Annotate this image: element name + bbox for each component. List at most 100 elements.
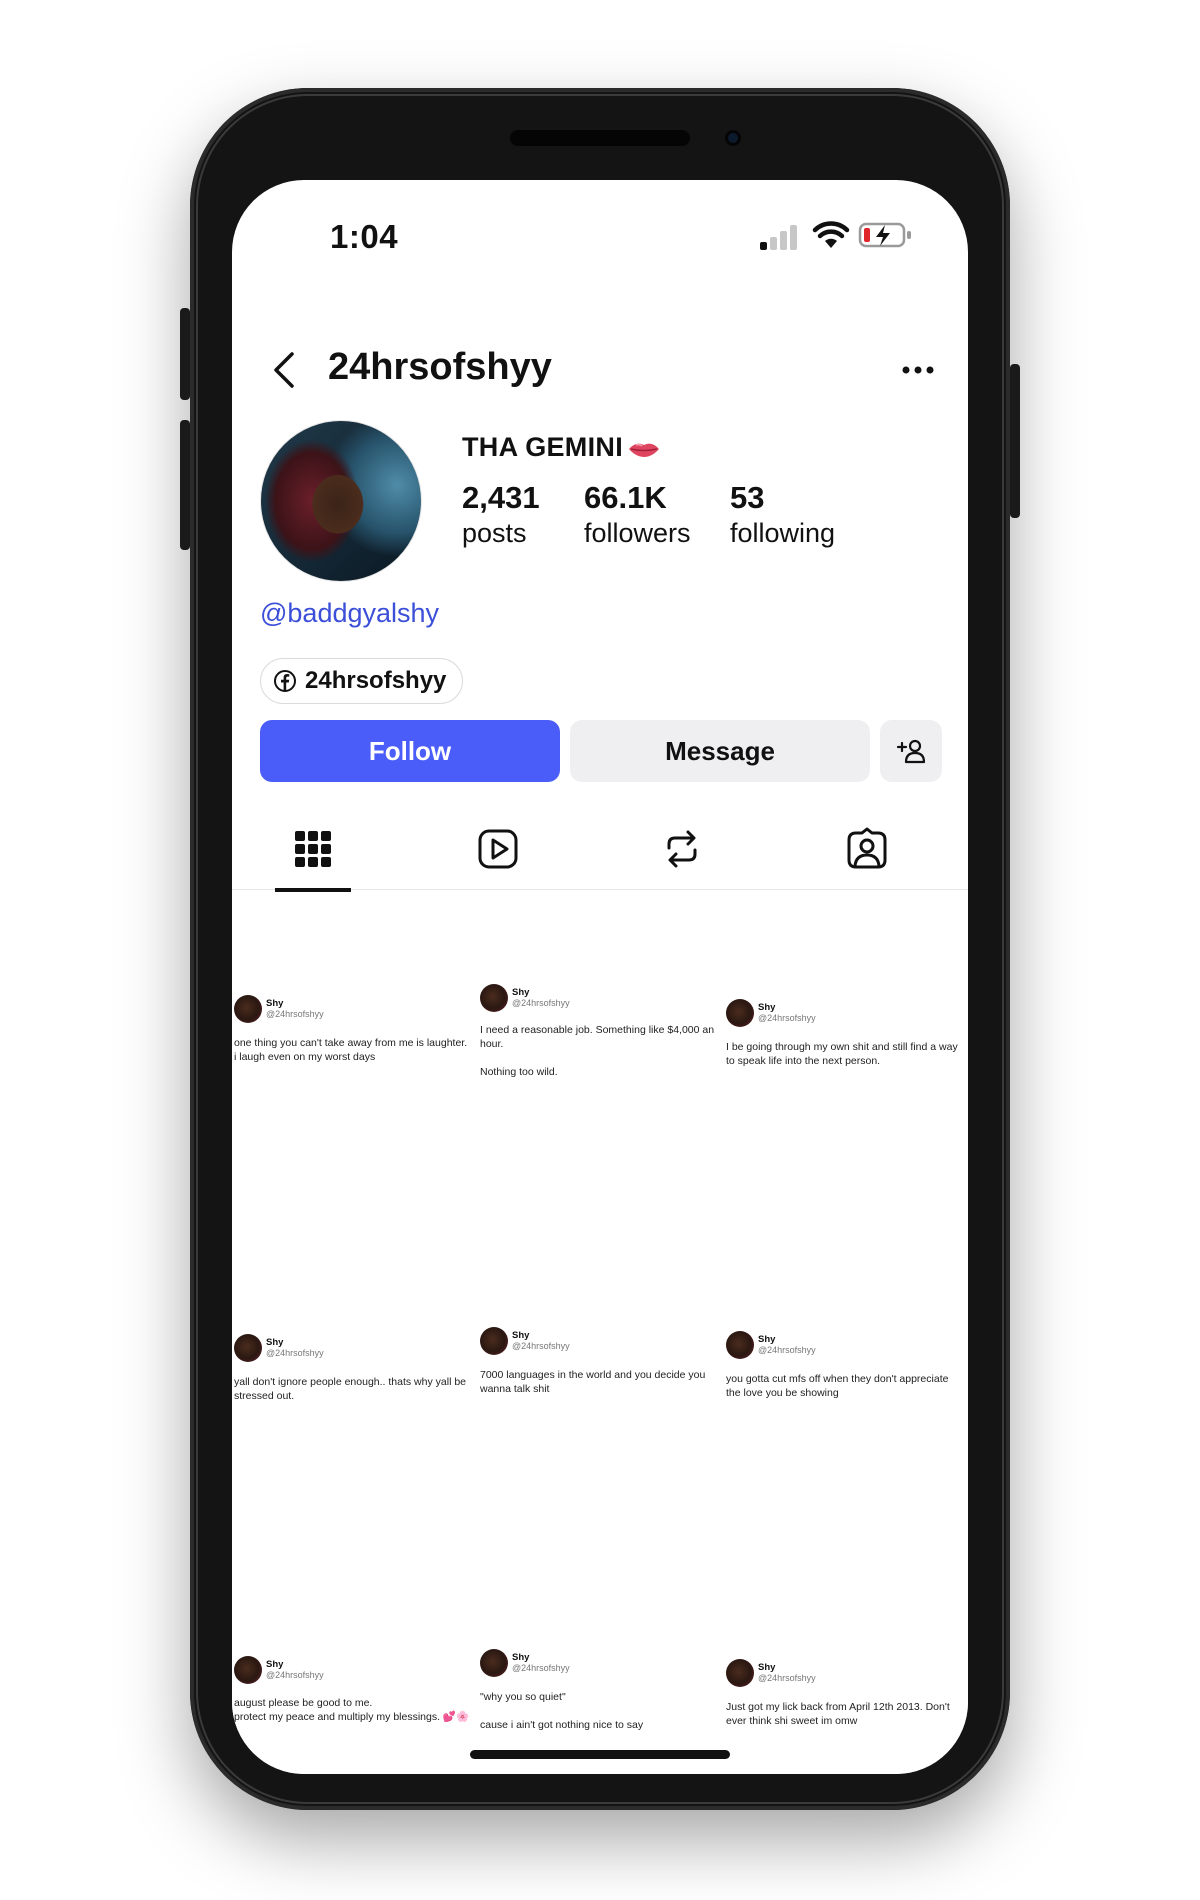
front-camera bbox=[725, 130, 741, 146]
followers-label: followers bbox=[584, 518, 691, 548]
grid-tab[interactable] bbox=[275, 808, 351, 892]
post-author-handle: @24hrsofshyy bbox=[512, 1663, 570, 1673]
post-tile[interactable]: Shy @24hrsofshyy you gotta cut mfs off wh… bbox=[724, 1188, 968, 1482]
post-tile[interactable]: Shy @24hrsofshyy one thing you can't take… bbox=[232, 892, 477, 1186]
phone-frame: 1:04 24hrsofshyy THA GEMINI 2,431 posts … bbox=[180, 88, 1020, 1810]
post-author: Shy @24hrsofshyy bbox=[234, 1334, 324, 1362]
post-author-name: Shy bbox=[758, 1334, 776, 1345]
post-text: one thing you can't take away from me is… bbox=[234, 1037, 468, 1063]
post-avatar bbox=[726, 1659, 754, 1687]
reels-tab[interactable] bbox=[460, 808, 536, 890]
following-label: following bbox=[730, 518, 836, 548]
facebook-icon bbox=[274, 670, 296, 692]
post-tile[interactable]: Shy @24hrsofshyy I be going through my ow… bbox=[724, 892, 968, 1186]
post-author: Shy @24hrsofshyy bbox=[480, 1649, 570, 1677]
post-avatar bbox=[234, 1656, 262, 1684]
volume-down-button bbox=[180, 420, 190, 550]
post-author-handle: @24hrsofshyy bbox=[266, 1348, 324, 1358]
suggested-people-button[interactable] bbox=[880, 720, 942, 782]
posts-grid: Shy @24hrsofshyy one thing you can't take… bbox=[232, 892, 968, 1774]
posts-label: posts bbox=[462, 518, 527, 548]
followers-stat[interactable]: 66.1K followers bbox=[584, 480, 691, 549]
post-text: yall don't ignore people enough.. thats … bbox=[234, 1376, 466, 1402]
post-author-handle: @24hrsofshyy bbox=[512, 998, 570, 1008]
earpiece-speaker bbox=[510, 130, 690, 146]
post-text: "why you so quiet" cause i ain't got not… bbox=[480, 1691, 644, 1731]
post-avatar bbox=[234, 995, 262, 1023]
post-author-handle: @24hrsofshyy bbox=[758, 1673, 816, 1683]
post-author-name: Shy bbox=[266, 1659, 284, 1670]
post-tile[interactable]: Shy @24hrsofshyy august please be good to… bbox=[232, 1484, 477, 1774]
post-author: Shy @24hrsofshyy bbox=[726, 999, 816, 1027]
wifi-icon bbox=[812, 221, 850, 248]
profile-actions: Follow Message bbox=[260, 720, 944, 784]
post-text: august please be good to me. protect my … bbox=[234, 1697, 470, 1723]
post-tile[interactable]: Shy @24hrsofshyy yall don't ignore people… bbox=[232, 1188, 477, 1482]
repost-icon bbox=[667, 830, 697, 868]
bio-mention-link[interactable]: @baddgyalshy bbox=[260, 598, 439, 629]
post-tile[interactable]: Shy @24hrsofshyy "why you so quiet" cause… bbox=[478, 1484, 723, 1774]
back-arrow-icon[interactable] bbox=[262, 346, 306, 394]
screen: 1:04 24hrsofshyy THA GEMINI 2,431 posts … bbox=[232, 180, 968, 1774]
post-author-name: Shy bbox=[266, 1337, 284, 1348]
post-author-handle: @24hrsofshyy bbox=[512, 1341, 570, 1351]
profile-avatar[interactable] bbox=[260, 420, 422, 582]
post-tile[interactable]: Shy @24hrsofshyy Just got my lick back fr… bbox=[724, 1484, 968, 1774]
power-button bbox=[1010, 364, 1020, 518]
posts-stat[interactable]: 2,431 posts bbox=[462, 480, 540, 549]
post-author-handle: @24hrsofshyy bbox=[758, 1345, 816, 1355]
header-username: 24hrsofshyy bbox=[328, 346, 552, 388]
post-author: Shy @24hrsofshyy bbox=[480, 984, 570, 1012]
post-author-handle: @24hrsofshyy bbox=[758, 1013, 816, 1023]
status-bar: 1:04 bbox=[232, 180, 968, 290]
reels-play-icon bbox=[478, 829, 518, 869]
post-text: I need a reasonable job. Something like … bbox=[480, 1024, 715, 1078]
post-avatar bbox=[726, 1331, 754, 1359]
status-time: 1:04 bbox=[330, 218, 399, 255]
grid-icon bbox=[295, 831, 331, 867]
battery-charging-icon bbox=[858, 222, 911, 248]
post-avatar bbox=[480, 984, 508, 1012]
tagged-tab[interactable] bbox=[829, 808, 905, 890]
cellular-signal-icon bbox=[760, 224, 800, 250]
home-indicator[interactable] bbox=[470, 1750, 730, 1759]
profile-stats: 2,431 posts 66.1K followers 53 following bbox=[462, 480, 942, 560]
posts-count: 2,431 bbox=[462, 480, 540, 515]
post-author-name: Shy bbox=[758, 1662, 776, 1673]
reposts-tab[interactable] bbox=[644, 808, 720, 890]
post-avatar bbox=[480, 1649, 508, 1677]
add-person-icon bbox=[896, 739, 926, 764]
volume-up-button bbox=[180, 308, 190, 400]
post-tile[interactable]: Shy @24hrsofshyy I need a reasonable job.… bbox=[478, 892, 723, 1186]
post-avatar bbox=[480, 1327, 508, 1355]
post-author: Shy @24hrsofshyy bbox=[234, 995, 324, 1023]
tagged-person-icon bbox=[847, 827, 887, 869]
post-author: Shy @24hrsofshyy bbox=[726, 1659, 816, 1687]
post-text: Just got my lick back from April 12th 20… bbox=[726, 1701, 950, 1727]
post-author-name: Shy bbox=[512, 1330, 530, 1341]
post-text: you gotta cut mfs off when they don't ap… bbox=[726, 1373, 949, 1399]
message-button[interactable]: Message bbox=[570, 720, 870, 782]
more-options-icon[interactable] bbox=[896, 352, 940, 388]
lips-emoji-icon bbox=[629, 443, 659, 457]
post-author: Shy @24hrsofshyy bbox=[726, 1331, 816, 1359]
post-avatar bbox=[726, 999, 754, 1027]
profile-tabs bbox=[232, 808, 968, 892]
followers-count: 66.1K bbox=[584, 480, 667, 515]
post-author: Shy @24hrsofshyy bbox=[234, 1656, 324, 1684]
facebook-link-pill[interactable]: 24hrsofshyy bbox=[260, 658, 464, 704]
following-count: 53 bbox=[730, 480, 765, 515]
following-stat[interactable]: 53 following bbox=[730, 480, 835, 549]
post-author-name: Shy bbox=[266, 998, 284, 1009]
post-author-handle: @24hrsofshyy bbox=[266, 1670, 324, 1680]
post-avatar bbox=[234, 1334, 262, 1362]
post-author-name: Shy bbox=[758, 1002, 776, 1013]
post-tile[interactable]: Shy @24hrsofshyy 7000 languages in the wo… bbox=[478, 1188, 723, 1482]
profile-header: 24hrsofshyy bbox=[232, 330, 968, 410]
post-author-name: Shy bbox=[512, 1652, 530, 1663]
display-name: THA GEMINI bbox=[462, 432, 661, 463]
post-author-handle: @24hrsofshyy bbox=[266, 1009, 324, 1019]
post-text: I be going through my own shit and still… bbox=[726, 1041, 958, 1067]
follow-button[interactable]: Follow bbox=[260, 720, 560, 782]
facebook-link-label: 24hrsofshyy bbox=[305, 667, 447, 694]
